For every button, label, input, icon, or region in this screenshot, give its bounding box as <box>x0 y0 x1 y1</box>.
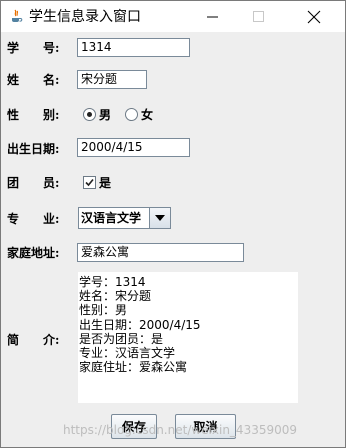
window-title: 学生信息录入窗口 <box>29 9 141 25</box>
intro-line: 学号：1314 <box>79 275 146 289</box>
intro-line: 姓名：宋分题 <box>79 289 152 304</box>
major-dropdown-button[interactable] <box>149 208 170 228</box>
student-id-label: 学 号: <box>7 41 60 55</box>
intro-line: 专业：汉语言文学 <box>79 346 176 361</box>
major-select[interactable]: 汉语言文学 <box>78 207 171 229</box>
minimize-button[interactable] <box>190 1 236 32</box>
gender-male-radio[interactable] <box>83 108 96 121</box>
birth-date-input[interactable]: 2000/4/15 <box>77 138 190 157</box>
chevron-down-icon <box>155 215 165 221</box>
student-info-window: 学生信息录入窗口 学 号: 1314 姓 名: 宋分题 性 别: 男 女 出生日… <box>0 0 346 448</box>
member-checkbox[interactable] <box>83 176 96 189</box>
checkmark-icon <box>85 178 94 187</box>
name-label: 姓 名: <box>7 73 60 87</box>
cancel-button[interactable]: 取消 <box>175 414 236 439</box>
intro-line: 性别：男 <box>79 303 128 318</box>
address-label: 家庭地址: <box>7 246 60 260</box>
address-input[interactable]: 爱森公寓 <box>77 243 244 262</box>
student-id-input[interactable]: 1314 <box>77 38 190 57</box>
close-button[interactable] <box>291 1 337 32</box>
maximize-button[interactable] <box>236 1 282 32</box>
java-app-icon <box>8 8 24 24</box>
major-selected-value: 汉语言文学 <box>81 211 142 225</box>
maximize-icon <box>253 10 264 22</box>
gender-female-radio[interactable] <box>125 108 138 121</box>
member-label: 团 员: <box>7 176 60 190</box>
intro-label: 简 介: <box>7 333 60 347</box>
minimize-icon <box>207 16 218 17</box>
intro-textarea[interactable]: 学号：1314 姓名：宋分题 性别：男 出生日期：2000/4/15 是否为团员… <box>78 272 298 403</box>
intro-line: 家庭住址：爱森公寓 <box>79 360 188 375</box>
title-bar: 学生信息录入窗口 <box>1 1 345 32</box>
name-input[interactable]: 宋分题 <box>77 70 147 89</box>
member-checkbox-label: 是 <box>99 176 112 190</box>
save-button[interactable]: 保存 <box>111 414 157 439</box>
intro-line: 是否为团员：是 <box>79 331 164 346</box>
close-icon <box>307 10 321 23</box>
birth-date-label: 出生日期: <box>7 142 60 156</box>
gender-female-label: 女 <box>141 108 154 122</box>
gender-label: 性 别: <box>7 108 60 122</box>
gender-male-label: 男 <box>99 108 112 122</box>
major-label: 专 业: <box>7 212 60 226</box>
intro-line: 出生日期：2000/4/15 <box>79 317 201 332</box>
